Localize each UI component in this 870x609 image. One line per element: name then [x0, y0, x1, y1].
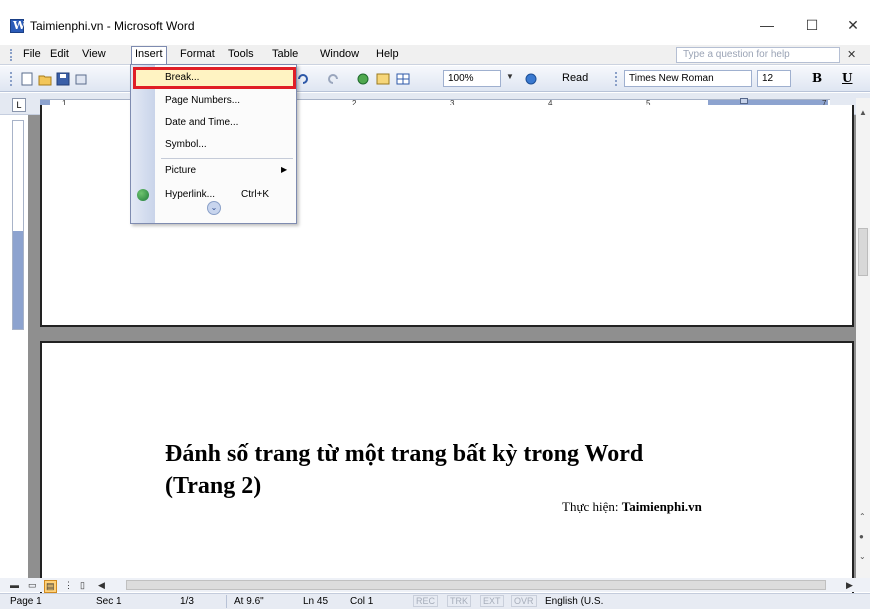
tables-borders-icon[interactable]: [376, 72, 390, 86]
hyperlink-icon[interactable]: [356, 72, 370, 86]
minimize-button[interactable]: —: [752, 14, 782, 36]
font-size-input[interactable]: 12: [757, 70, 791, 87]
menu-format[interactable]: Format: [178, 48, 217, 60]
vertical-scroll-thumb[interactable]: [858, 228, 868, 276]
window-title: Taimienphi.vn - Microsoft Word: [30, 19, 195, 33]
horizontal-scrollbar[interactable]: [126, 580, 826, 590]
bold-button[interactable]: B: [812, 71, 822, 85]
insert-table-icon[interactable]: [396, 72, 410, 86]
status-position: At 9.6": [234, 596, 264, 607]
undo-icon[interactable]: [296, 72, 310, 86]
status-page: Page 1: [10, 596, 42, 607]
tab-stop-selector[interactable]: L: [12, 98, 26, 112]
menu-view[interactable]: View: [80, 48, 108, 60]
menu-file[interactable]: File: [21, 48, 43, 60]
status-line: Ln 45: [303, 596, 329, 607]
underline-button[interactable]: U: [842, 71, 852, 85]
save-icon[interactable]: [56, 72, 70, 86]
zoom-input[interactable]: 100%: [443, 70, 501, 87]
menu-item-label: Hyperlink...: [165, 189, 216, 200]
view-bar: ▬ ▭ ▤ ⋮ ▯ ◀ ▶: [0, 578, 870, 593]
chevron-down-icon[interactable]: ⌄: [207, 201, 221, 215]
credit-prefix: Thực hiện:: [562, 499, 622, 514]
insert-menu-dropdown: Break... Page Numbers... Date and Time..…: [130, 64, 297, 224]
page-2[interactable]: Đánh số trang từ một trang bất kỳ trong …: [40, 341, 854, 601]
status-ext[interactable]: EXT: [480, 595, 504, 607]
help-search-input[interactable]: Type a question for help: [676, 47, 840, 63]
document-close-button[interactable]: ✕: [847, 48, 856, 61]
submenu-arrow-icon: ▶: [281, 165, 288, 174]
print-layout-icon[interactable]: ▤: [44, 580, 57, 593]
hyperlink-globe-icon: [137, 189, 149, 201]
previous-page-icon[interactable]: ⌃: [859, 512, 866, 521]
menu-help[interactable]: Help: [374, 48, 401, 60]
font-name-input[interactable]: Times New Roman: [624, 70, 752, 87]
permission-icon[interactable]: [74, 72, 88, 86]
status-ovr[interactable]: OVR: [511, 595, 537, 607]
menu-item-picture[interactable]: Picture ▶: [131, 161, 296, 183]
heading-line-1: Đánh số trang từ một trang bất kỳ trong …: [165, 441, 644, 467]
menu-item-date-time[interactable]: Date and Time...: [131, 113, 296, 135]
normal-view-icon[interactable]: ▬: [10, 580, 19, 590]
close-button[interactable]: ✕: [838, 14, 868, 36]
status-language: English (U.S.: [545, 596, 604, 607]
title-bar: Taimienphi.vn - Microsoft Word — ☐ ✕: [0, 0, 870, 42]
maximize-button[interactable]: ☐: [797, 14, 827, 36]
scroll-left-icon[interactable]: ◀: [98, 580, 105, 591]
read-button[interactable]: Read: [562, 72, 588, 84]
vertical-ruler-margin: [13, 231, 23, 329]
document-heading[interactable]: Đánh số trang từ một trang bất kỳ trong …: [165, 438, 785, 502]
menu-item-break[interactable]: Break...: [131, 68, 296, 90]
status-trk[interactable]: TRK: [447, 595, 471, 607]
menu-bar: File Edit View Insert Format Tools Table…: [0, 45, 870, 65]
menu-table[interactable]: Table: [270, 48, 300, 60]
scroll-right-icon[interactable]: ▶: [846, 580, 853, 591]
status-separator: [226, 595, 227, 608]
vertical-scrollbar[interactable]: ▲ ⌃ ● ⌄: [856, 98, 870, 582]
menu-item-label: Picture: [165, 165, 197, 176]
menu-item-page-numbers[interactable]: Page Numbers...: [131, 91, 296, 113]
web-layout-icon[interactable]: ▭: [28, 580, 37, 591]
menu-tools[interactable]: Tools: [226, 48, 256, 60]
menu-item-shortcut: Ctrl+K: [241, 189, 270, 200]
open-folder-icon[interactable]: [38, 72, 52, 86]
menu-grip[interactable]: [10, 49, 13, 61]
zoom-dropdown-icon[interactable]: ▼: [506, 72, 514, 81]
menu-insert[interactable]: Insert: [131, 46, 167, 65]
scroll-up-icon[interactable]: ▲: [859, 108, 867, 117]
outline-view-icon[interactable]: ⋮: [64, 580, 73, 591]
status-page-count: 1/3: [180, 596, 194, 607]
menu-item-symbol[interactable]: Symbol...: [131, 135, 296, 157]
select-browse-object-icon[interactable]: ●: [859, 532, 864, 541]
document-credit[interactable]: Thực hiện: Taimienphi.vn: [562, 499, 702, 515]
status-rec[interactable]: REC: [413, 595, 439, 607]
menu-item-label: Symbol...: [165, 139, 207, 150]
status-section: Sec 1: [96, 596, 122, 607]
vertical-ruler[interactable]: [12, 120, 24, 330]
new-document-icon[interactable]: [20, 72, 34, 86]
menu-edit[interactable]: Edit: [48, 48, 71, 60]
status-column: Col 1: [350, 596, 374, 607]
status-bar: Page 1 Sec 1 1/3 At 9.6" Ln 45 Col 1 REC…: [0, 593, 870, 609]
menu-item-label: Page Numbers...: [165, 95, 241, 106]
menu-item-label: Date and Time...: [165, 117, 239, 128]
reading-layout-icon[interactable]: ▯: [80, 580, 85, 591]
redo-icon[interactable]: [326, 72, 340, 86]
toolbar-grip[interactable]: [10, 72, 13, 86]
formatting-toolbar-grip[interactable]: [615, 72, 618, 86]
menu-item-label: Break...: [165, 72, 200, 83]
help-icon[interactable]: [524, 72, 538, 86]
credit-name: Taimienphi.vn: [621, 499, 702, 514]
menu-window[interactable]: Window: [318, 48, 361, 60]
menu-separator: [161, 158, 293, 159]
word-app-icon[interactable]: [10, 19, 25, 33]
heading-line-2: (Trang 2): [165, 473, 262, 499]
right-indent-marker[interactable]: [740, 98, 748, 104]
next-page-icon[interactable]: ⌄: [859, 552, 866, 561]
